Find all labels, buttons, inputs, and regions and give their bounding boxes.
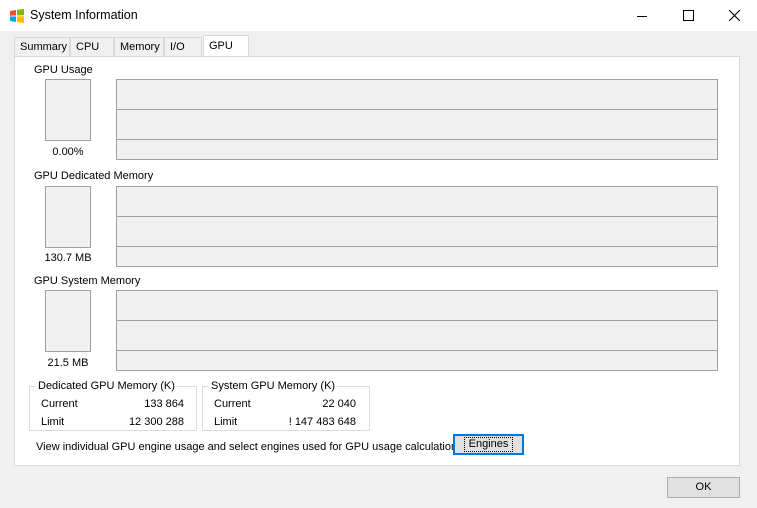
engines-button-label: Engines [463, 437, 514, 452]
dedicated-limit-value: 12 300 288 [128, 416, 184, 428]
gpu-system-memory-label: GPU System Memory [34, 275, 141, 287]
tab-io[interactable]: I/O [164, 37, 202, 56]
graph-gridline [117, 350, 717, 351]
tab-memory[interactable]: Memory [114, 37, 164, 56]
system-current-label: Current [214, 398, 251, 410]
gpu-system-memory-meter [45, 290, 91, 352]
maximize-icon [682, 10, 694, 21]
engines-note: View individual GPU engine usage and sel… [36, 441, 466, 453]
gpu-usage-label: GPU Usage [34, 64, 93, 76]
gpu-usage-meter [45, 79, 91, 141]
ok-button-label: OK [695, 481, 712, 493]
close-icon [728, 10, 740, 21]
close-button[interactable] [711, 0, 757, 31]
system-limit-value: ! 147 483 648 [288, 416, 356, 428]
minimize-icon [637, 15, 647, 17]
window-title: System Information [30, 8, 138, 22]
tab-summary[interactable]: Summary [14, 37, 70, 56]
gpu-system-memory-value: 21.5 MB [47, 357, 89, 369]
dedicated-limit-label: Limit [41, 416, 65, 428]
graph-gridline [117, 216, 717, 217]
graph-gridline [117, 320, 717, 321]
gpu-usage-graph [116, 79, 718, 160]
tab-gpu[interactable]: GPU [203, 35, 249, 56]
system-gpu-memory-group: System GPU Memory (K) Current 22 040 Lim… [202, 380, 370, 431]
windows-flag-icon [9, 8, 25, 24]
engines-button[interactable]: Engines [453, 434, 524, 455]
gpu-system-memory-graph [116, 290, 718, 371]
dedicated-gpu-memory-title: Dedicated GPU Memory (K) [36, 380, 177, 392]
tab-cpu[interactable]: CPU [70, 37, 114, 56]
gpu-dedicated-memory-value: 130.7 MB [44, 252, 92, 264]
gpu-dedicated-memory-graph [116, 186, 718, 267]
gpu-dedicated-memory-meter [45, 186, 91, 248]
dedicated-current-value: 133 864 [144, 398, 184, 410]
gpu-dedicated-memory-label: GPU Dedicated Memory [34, 170, 154, 182]
minimize-button[interactable] [619, 0, 665, 31]
title-bar: System Information [0, 0, 757, 31]
system-limit-label: Limit [214, 416, 238, 428]
system-current-value: 22 040 [322, 398, 356, 410]
ok-button[interactable]: OK [667, 477, 740, 498]
gpu-usage-value: 0.00% [52, 146, 84, 158]
graph-gridline [117, 109, 717, 110]
maximize-button[interactable] [665, 0, 711, 31]
graph-gridline [117, 246, 717, 247]
graph-gridline [117, 139, 717, 140]
dedicated-current-label: Current [41, 398, 78, 410]
dedicated-gpu-memory-group: Dedicated GPU Memory (K) Current 133 864… [29, 380, 197, 431]
system-gpu-memory-title: System GPU Memory (K) [209, 380, 338, 392]
